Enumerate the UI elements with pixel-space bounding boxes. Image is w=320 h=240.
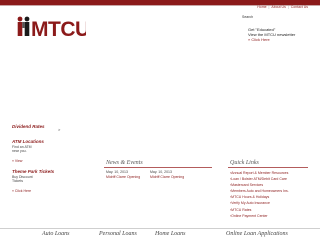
contact-us-link[interactable]: Contact Us [291,5,308,9]
news-link[interactable]: Midriff Clarre Opening [150,175,184,180]
newsletter-promo: Get "Educated" View the MTCU newsletter … [248,27,295,42]
logo-text: MTCU [31,18,86,38]
footer-home-loans[interactable]: Home Loans [155,231,186,237]
quick-links-title: Quick Links [230,160,259,166]
news-events-title: News & Events [106,160,143,166]
theme-park-text: Tickets [12,179,23,183]
footer-nav: Auto Loans Personal Loans Home Loans Onl… [0,230,320,240]
footer-online-loan-applications[interactable]: Online Loan Applications [226,231,288,237]
banner-caret-icon[interactable]: > [58,127,60,132]
search-label[interactable]: Search [242,15,253,19]
promo-link[interactable]: » Click Here [248,37,295,42]
logo-figures-icon [17,16,30,36]
quick-links-divider [228,167,308,168]
quick-link-item[interactable]: Online Payment Center [230,213,289,219]
footer-divider [0,228,320,229]
news-divider [104,167,212,168]
news-link[interactable]: Midriff Clarre Opening [106,175,140,180]
mtcu-logo[interactable]: MTCU [16,14,86,38]
nav-separator: | [286,5,290,9]
dividend-rates-link[interactable]: Dividend Rates [12,124,45,129]
theme-park-link[interactable]: » Click Here [12,189,82,194]
home-link[interactable]: Home [257,5,266,9]
atm-view-link[interactable]: » View [12,159,82,164]
news-item[interactable]: May. 10, 2013 Midriff Clarre Opening [106,170,140,179]
utility-nav: Home | About Us | Contact Us [257,5,308,9]
left-sidebar: ATM Locations Find an ATM near you. » Vi… [12,139,82,194]
atm-text: near you. [12,149,27,153]
footer-auto-loans[interactable]: Auto Loans [42,231,70,237]
news-item[interactable]: May. 10, 2013 Midriff Clarre Opening [150,170,184,179]
about-us-link[interactable]: About Us [271,5,285,9]
quick-links-list: Annual Report & Member Resources Loan / … [230,170,289,219]
nav-separator: | [267,5,271,9]
footer-personal-loans[interactable]: Personal Loans [99,231,137,237]
